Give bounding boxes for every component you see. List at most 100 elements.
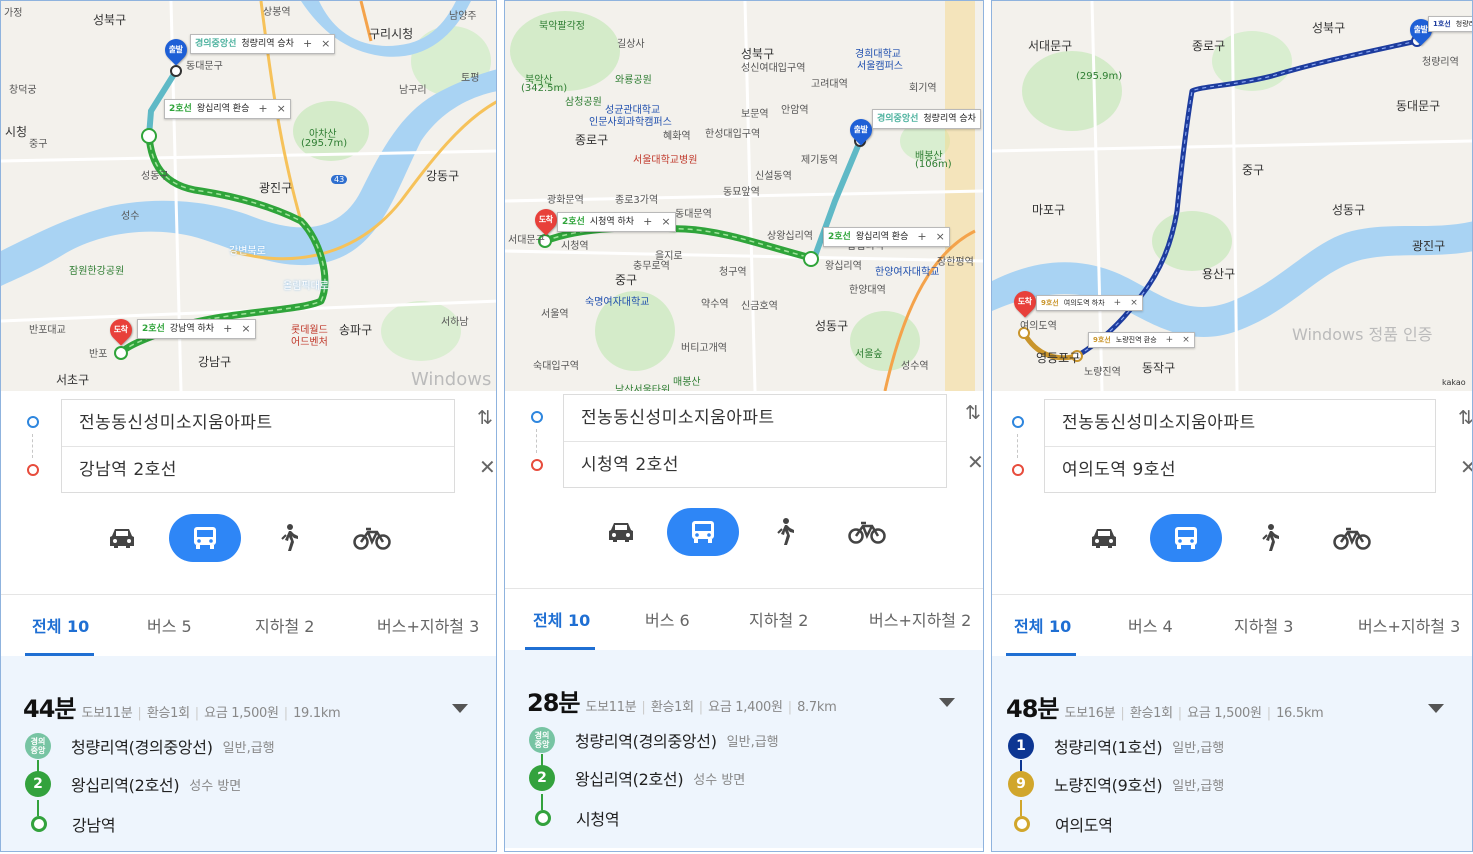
tab-bus-subway[interactable]: 버스+지하철 2: [869, 607, 971, 631]
destination-input[interactable]: 여의도역 9호선: [1045, 446, 1435, 493]
close-icon[interactable]: ✕: [479, 455, 496, 479]
map-label: (342.5m): [521, 83, 568, 94]
car-icon[interactable]: [98, 514, 146, 562]
add-icon[interactable]: +: [643, 213, 652, 231]
route-filter-tabs: 전체 10 버스 5 지하철 2 버스+지하철 3: [1, 594, 496, 657]
walk-icon[interactable]: [761, 508, 809, 556]
add-icon[interactable]: +: [223, 320, 232, 338]
map-label: 동대문구: [1396, 99, 1441, 113]
destination-dot-icon: [27, 464, 39, 476]
map-label: 성수: [121, 211, 140, 222]
map-label: 남양주: [449, 11, 477, 22]
origin-input[interactable]: 전농동신성미소지움아파트: [1045, 400, 1435, 446]
close-icon[interactable]: ×: [277, 100, 286, 118]
map-label: 한양대역: [849, 285, 886, 296]
route-summary: 28분 도보11분 | 환승1회 | 요금 1,400원 | 8.7km: [527, 683, 837, 718]
close-icon[interactable]: ×: [321, 35, 330, 53]
close-icon[interactable]: ×: [241, 320, 250, 338]
walk-icon[interactable]: [265, 514, 313, 562]
chevron-down-icon[interactable]: [1428, 704, 1444, 713]
map-view[interactable]: 북악팔각정 길상사 북악산 (342.5m) 삼청공원 와룡공원 성균관대학교 …: [505, 1, 983, 391]
origin-dot-icon: [1012, 416, 1024, 428]
map-label: 종로구: [1192, 39, 1226, 53]
map-label: 광진구: [1412, 239, 1446, 253]
map-label: 성동구: [815, 319, 849, 333]
end-station-dot-icon: [1014, 816, 1030, 832]
map-attribution: kakao: [1442, 378, 1466, 387]
map-view[interactable]: 서대문구 종로구 성북구 동대문구 중구 용산구 성동구 광진구 마포구 영등포…: [992, 1, 1472, 391]
route-result-card[interactable]: 44분 도보11분 | 환승1회 | 요금 1,500원 | 19.1km 경의…: [1, 656, 496, 851]
car-icon[interactable]: [1080, 514, 1128, 562]
bicycle-icon[interactable]: [843, 508, 891, 556]
map-label: 북악팔각정: [539, 21, 585, 32]
map-label: 종로3가역: [615, 195, 659, 206]
bus-icon[interactable]: [1150, 514, 1222, 562]
map-label: 마포구: [1032, 203, 1066, 217]
destination-input[interactable]: 강남역 2호선: [62, 446, 454, 493]
tab-subway[interactable]: 지하철 3: [1234, 613, 1293, 637]
tab-subway[interactable]: 지하철 2: [749, 607, 808, 631]
bus-icon[interactable]: [169, 514, 241, 562]
map-label: 장한평역: [937, 257, 974, 268]
swap-icon[interactable]: ⇅: [1458, 407, 1472, 429]
origin-dot-icon: [27, 416, 39, 428]
swap-icon[interactable]: ⇅: [965, 402, 981, 424]
add-icon[interactable]: +: [1114, 296, 1122, 310]
direction-text: 일반,급행: [1172, 778, 1225, 794]
add-icon[interactable]: +: [1166, 333, 1174, 347]
bus-icon[interactable]: [667, 508, 739, 556]
tab-all[interactable]: 전체 10: [1014, 613, 1071, 637]
car-icon[interactable]: [597, 508, 645, 556]
tab-subway[interactable]: 지하철 2: [255, 613, 314, 637]
map-label: 시청: [5, 125, 28, 139]
walk-icon[interactable]: [1246, 514, 1294, 562]
tab-all[interactable]: 전체 10: [32, 613, 89, 637]
route-filter-tabs: 전체 10 버스 4 지하철 3 버스+지하철 3: [992, 594, 1472, 657]
tab-bus-subway[interactable]: 버스+지하철 3: [1358, 613, 1460, 637]
swap-icon[interactable]: ⇅: [477, 407, 493, 429]
map-label: 성북구: [93, 13, 127, 27]
walk-time: 도보16분: [1064, 706, 1116, 721]
route-step: 경의 중앙 청량리역(경의중앙선) 일반,급행: [529, 727, 779, 753]
tab-bus[interactable]: 버스 5: [147, 613, 192, 637]
tab-bus-subway[interactable]: 버스+지하철 3: [377, 613, 479, 637]
bicycle-icon[interactable]: [1328, 514, 1376, 562]
map-label: 혜화역: [663, 131, 691, 142]
destination-dot-icon: [1012, 464, 1024, 476]
close-icon[interactable]: ×: [661, 213, 670, 231]
close-icon[interactable]: ✕: [1460, 455, 1472, 479]
close-icon[interactable]: ×: [1182, 333, 1190, 347]
add-icon[interactable]: +: [303, 35, 312, 53]
tab-all[interactable]: 전체 10: [533, 607, 590, 631]
origin-input[interactable]: 전농동신성미소지움아파트: [62, 400, 454, 446]
chevron-down-icon[interactable]: [452, 704, 468, 713]
origin-input[interactable]: 전농동신성미소지움아파트: [564, 395, 946, 441]
add-icon[interactable]: +: [258, 100, 267, 118]
divider: |: [194, 706, 200, 721]
map-label: 신설동역: [755, 171, 792, 182]
close-icon[interactable]: ✕: [967, 450, 983, 474]
map-label: 강변북로: [229, 246, 266, 257]
route-dots: [531, 411, 545, 471]
map-label: 서울대학교병원: [633, 155, 698, 166]
route-result-card[interactable]: 48분 도보16분 | 환승1회 | 요금 1,500원 | 16.5km 1 …: [992, 656, 1472, 851]
close-icon[interactable]: ×: [1130, 296, 1138, 310]
add-icon[interactable]: +: [917, 228, 926, 246]
destination-dot-icon: [531, 459, 543, 471]
map-label: 중구: [1242, 163, 1265, 177]
tab-bus[interactable]: 버스 6: [645, 607, 690, 631]
transfer-count: 환승1회: [650, 700, 694, 715]
divider: |: [698, 700, 704, 715]
divider: |: [1266, 706, 1272, 721]
close-icon[interactable]: ×: [936, 228, 945, 246]
chevron-down-icon[interactable]: [939, 698, 955, 707]
map-label: 성동구: [141, 171, 169, 182]
map-view[interactable]: 성북구 상봉역 구리시청 남양주 가정 창덕궁 동대문구 남구리 아차산 (29…: [1, 1, 496, 391]
tab-bus[interactable]: 버스 4: [1128, 613, 1173, 637]
bicycle-icon[interactable]: [348, 514, 396, 562]
route-callout: 1호선 청량리역 승차: [1428, 16, 1472, 32]
road-shield: 43: [331, 175, 348, 184]
destination-input[interactable]: 시청역 2호선: [564, 441, 946, 488]
map-label: 신금호역: [741, 301, 778, 312]
route-result-card[interactable]: 28분 도보11분 | 환승1회 | 요금 1,400원 | 8.7km 경의 …: [505, 650, 983, 848]
